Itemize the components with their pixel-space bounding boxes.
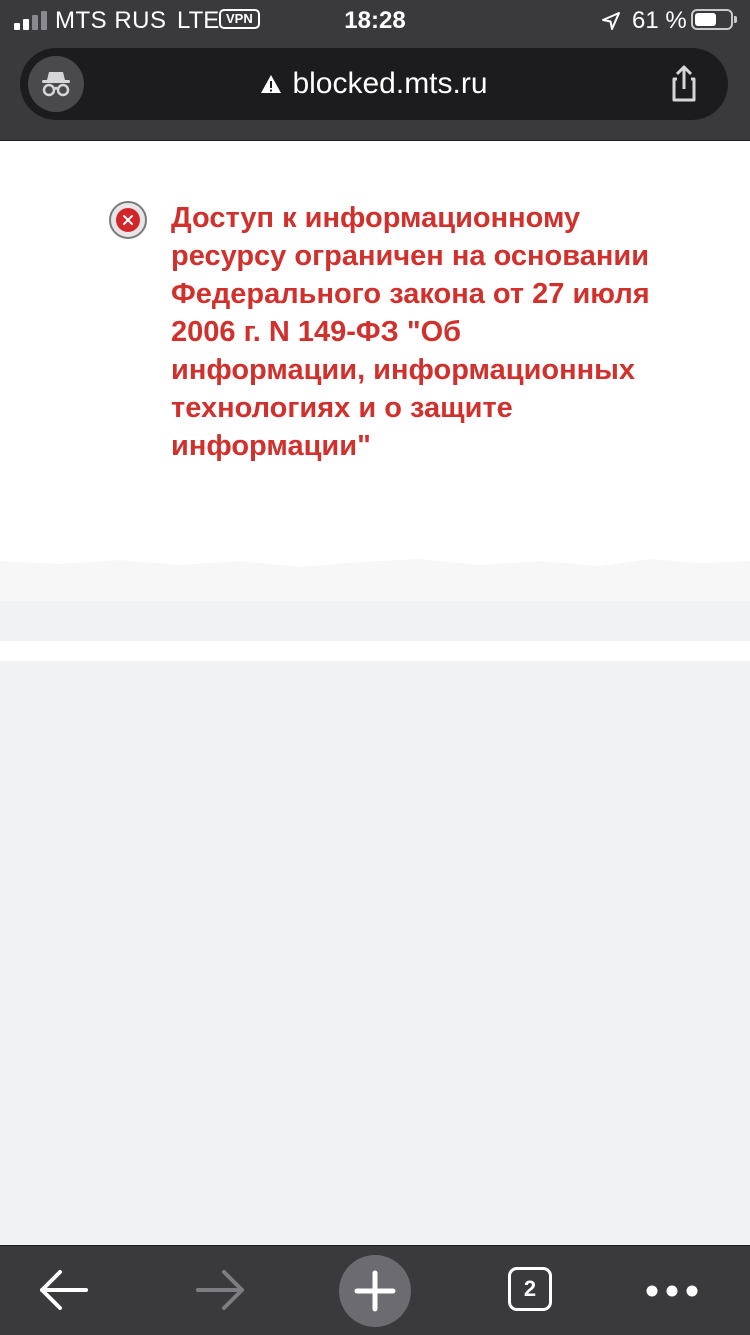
address-bar[interactable]: blocked.mts.ru	[20, 48, 728, 120]
more-dots-icon[interactable]	[640, 1246, 704, 1335]
new-tab-button[interactable]	[339, 1255, 411, 1327]
share-icon[interactable]	[662, 62, 706, 106]
torn-paper-edge	[0, 521, 750, 641]
url-display[interactable]: blocked.mts.ru	[20, 48, 728, 120]
battery-level-fill	[695, 13, 716, 26]
browser-top-chrome: MTS RUS LTE VPN 18:28 61 % blocked.mts.r…	[0, 0, 750, 141]
battery-tip	[734, 16, 737, 23]
blocked-x-icon	[109, 201, 147, 239]
url-domain: blocked.mts.ru	[292, 67, 488, 100]
page-content: Доступ к информационному ресурсу огранич…	[0, 141, 750, 1245]
location-arrow-icon	[602, 12, 620, 30]
back-arrow-icon[interactable]	[32, 1246, 96, 1335]
block-notice-text: Доступ к информационному ресурсу огранич…	[171, 202, 650, 462]
forward-arrow-icon[interactable]	[188, 1246, 252, 1335]
status-bar: MTS RUS LTE VPN 18:28 61 %	[0, 0, 750, 40]
tabs-count-button[interactable]: 2	[508, 1267, 552, 1311]
battery-percentage: 61 %	[632, 7, 687, 34]
plus-icon	[354, 1270, 396, 1312]
battery-icon	[691, 9, 733, 30]
bottom-toolbar: 2	[0, 1245, 750, 1335]
warning-triangle-icon	[261, 75, 282, 93]
